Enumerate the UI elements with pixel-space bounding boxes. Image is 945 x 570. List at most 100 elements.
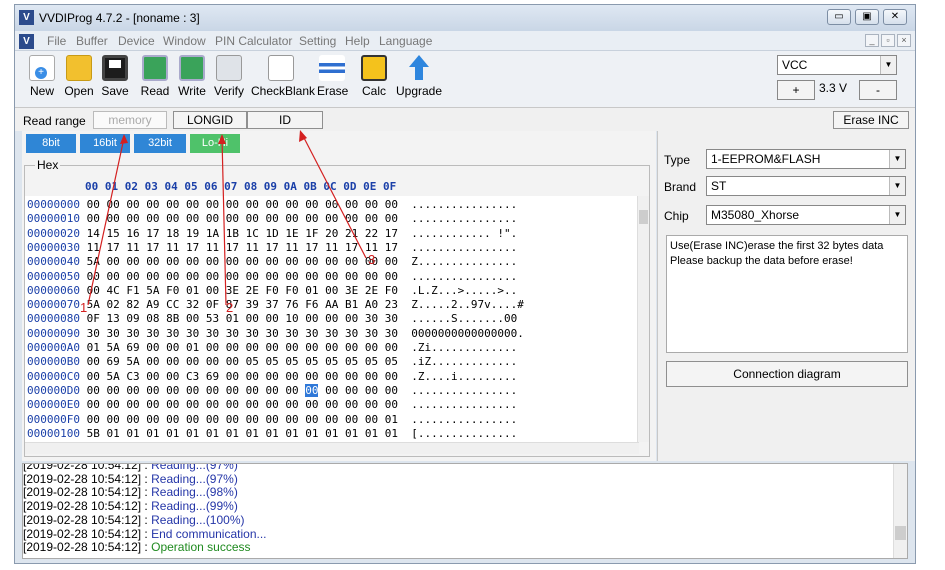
longid-button[interactable]: LONGID <box>173 111 247 129</box>
hex-byte[interactable]: 5B <box>87 427 100 440</box>
hex-byte[interactable]: 00 <box>265 370 278 383</box>
hex-byte[interactable]: 17 <box>146 227 159 240</box>
hex-byte[interactable]: 00 <box>285 413 298 426</box>
hex-byte[interactable]: 00 <box>166 198 179 211</box>
minimize-button[interactable]: ▭ <box>827 9 851 25</box>
hex-byte[interactable]: 00 <box>206 255 219 268</box>
hex-byte[interactable]: 30 <box>226 327 239 340</box>
hex-byte[interactable]: 00 <box>166 384 179 397</box>
hex-byte[interactable]: 00 <box>186 398 199 411</box>
hex-byte[interactable]: 00 <box>206 341 219 354</box>
hex-byte[interactable]: 00 <box>87 284 100 297</box>
hex-byte[interactable]: 00 <box>285 384 298 397</box>
hex-byte[interactable]: 00 <box>186 384 199 397</box>
hex-byte[interactable]: 00 <box>365 198 378 211</box>
mode-lo-hi-button[interactable]: Lo-Hi <box>190 134 240 153</box>
hex-byte[interactable]: 01 <box>325 427 338 440</box>
hex-byte[interactable]: 00 <box>365 398 378 411</box>
hex-byte[interactable]: 00 <box>265 198 278 211</box>
hex-byte[interactable]: 00 <box>166 212 179 225</box>
hex-grid[interactable]: 00000000 00 00 00 00 00 00 00 00 00 00 0… <box>25 196 639 442</box>
hex-byte[interactable]: 01 <box>305 427 318 440</box>
hex-byte[interactable]: 30 <box>285 327 298 340</box>
hex-byte[interactable]: 2E <box>246 284 259 297</box>
calc-button[interactable]: Calc <box>361 55 387 98</box>
hex-byte[interactable]: 00 <box>325 312 338 325</box>
hex-byte[interactable]: 00 <box>166 255 179 268</box>
hex-byte[interactable]: 11 <box>246 241 259 254</box>
hex-byte[interactable]: 00 <box>186 270 199 283</box>
hex-byte[interactable]: 5A <box>106 370 119 383</box>
hex-byte[interactable]: 00 <box>385 212 398 225</box>
hex-byte[interactable]: 05 <box>325 355 338 368</box>
hex-byte[interactable]: 16 <box>126 227 139 240</box>
open-button[interactable]: Open <box>63 55 95 98</box>
hex-byte[interactable]: 82 <box>126 298 139 311</box>
hex-byte[interactable]: 01 <box>385 413 398 426</box>
hex-byte[interactable]: 00 <box>166 413 179 426</box>
hex-byte[interactable]: 11 <box>325 241 338 254</box>
hex-byte[interactable]: 20 <box>325 227 338 240</box>
hex-byte[interactable]: 02 <box>106 298 119 311</box>
hex-byte[interactable]: F0 <box>385 284 398 297</box>
hex-byte[interactable]: 14 <box>87 227 100 240</box>
hex-byte[interactable]: 01 <box>126 427 139 440</box>
hex-byte[interactable]: 00 <box>226 384 239 397</box>
hex-byte[interactable]: 00 <box>325 384 338 397</box>
hex-byte[interactable]: F0 <box>166 284 179 297</box>
hex-byte[interactable]: 11 <box>87 241 100 254</box>
hex-byte[interactable]: 00 <box>206 384 219 397</box>
hex-byte[interactable]: 37 <box>265 298 278 311</box>
hex-byte[interactable]: 00 <box>345 341 358 354</box>
mode-32bit-button[interactable]: 32bit <box>134 134 186 153</box>
hex-byte[interactable]: 5A <box>87 298 100 311</box>
hex-byte[interactable]: 00 <box>206 212 219 225</box>
hex-byte[interactable]: 00 <box>206 355 219 368</box>
menu-buffer[interactable]: Buffer <box>76 34 108 48</box>
hex-byte[interactable]: 00 <box>246 270 259 283</box>
hex-byte[interactable]: CC <box>166 298 179 311</box>
hex-byte[interactable]: 30 <box>365 327 378 340</box>
hex-byte[interactable]: 01 <box>146 427 159 440</box>
hex-byte[interactable]: 18 <box>166 227 179 240</box>
hex-byte[interactable]: 00 <box>146 398 159 411</box>
hex-byte[interactable]: 00 <box>166 398 179 411</box>
hex-byte[interactable]: 00 <box>226 398 239 411</box>
hex-byte[interactable]: 5A <box>87 255 100 268</box>
hex-byte[interactable]: 69 <box>126 341 139 354</box>
hex-byte[interactable]: 00 <box>265 384 278 397</box>
hex-byte[interactable]: 00 <box>325 270 338 283</box>
hex-byte[interactable]: 00 <box>246 255 259 268</box>
hex-byte[interactable]: 00 <box>246 341 259 354</box>
hex-byte[interactable]: 00 <box>126 198 139 211</box>
hex-row[interactable]: 00000010 00 00 00 00 00 00 00 00 00 00 0… <box>27 212 517 226</box>
hex-row[interactable]: 00000050 00 00 00 00 00 00 00 00 00 00 0… <box>27 270 517 284</box>
menu-help[interactable]: Help <box>345 34 370 48</box>
hex-byte[interactable]: C3 <box>126 370 139 383</box>
hex-byte[interactable]: 00 <box>285 212 298 225</box>
hex-byte[interactable]: 00 <box>206 198 219 211</box>
hex-byte[interactable]: 00 <box>385 398 398 411</box>
hex-byte[interactable]: 00 <box>226 212 239 225</box>
hex-byte[interactable]: 00 <box>365 341 378 354</box>
hex-byte[interactable]: 01 <box>285 427 298 440</box>
hex-byte[interactable]: 00 <box>285 370 298 383</box>
hex-byte[interactable]: F0 <box>265 284 278 297</box>
menu-device[interactable]: Device <box>118 34 155 48</box>
hex-byte[interactable]: 00 <box>385 270 398 283</box>
hex-byte[interactable]: 05 <box>246 355 259 368</box>
hex-byte[interactable]: 32 <box>186 298 199 311</box>
hex-byte[interactable]: 00 <box>226 355 239 368</box>
write-button[interactable]: Write <box>176 55 208 98</box>
log-scrollbar[interactable] <box>893 464 907 558</box>
hex-byte[interactable]: 08 <box>146 312 159 325</box>
hex-byte[interactable]: 1C <box>246 227 259 240</box>
hex-byte[interactable]: 00 <box>186 355 199 368</box>
hex-byte[interactable]: 30 <box>325 327 338 340</box>
hex-byte[interactable]: 17 <box>186 241 199 254</box>
hex-row[interactable]: 000000B0 00 69 5A 00 00 00 00 00 05 05 0… <box>27 355 517 369</box>
hex-byte[interactable]: 00 <box>246 384 259 397</box>
hex-byte[interactable]: 00 <box>186 212 199 225</box>
brand-select[interactable]: ST ▼ <box>706 176 906 196</box>
close-button[interactable]: ✕ <box>883 9 907 25</box>
